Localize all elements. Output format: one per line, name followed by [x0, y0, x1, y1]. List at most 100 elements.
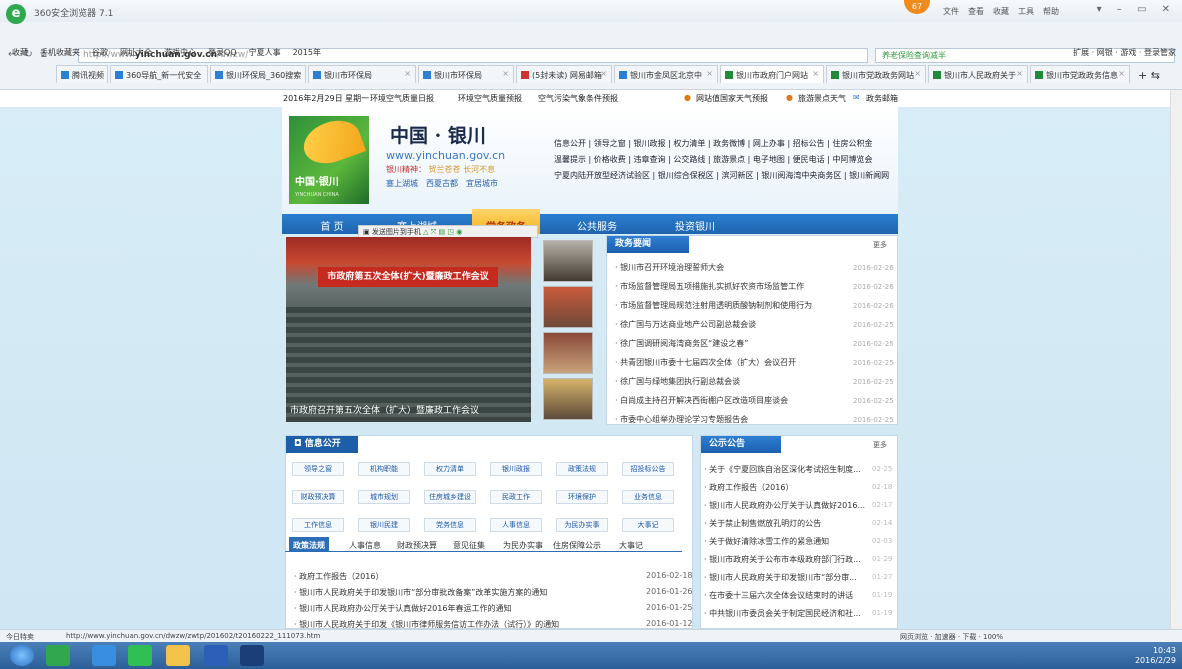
new-tab-button[interactable]: + ⇆: [1134, 65, 1178, 83]
tab-item[interactable]: 银川环保局_360搜索: [210, 65, 306, 83]
bookmark-item[interactable]: 收藏: [12, 44, 28, 62]
menu-file[interactable]: 文件: [943, 7, 959, 16]
tab-close-icon[interactable]: ×: [812, 69, 819, 78]
tab-item-active[interactable]: 银川市政府门户网站 ×: [720, 65, 824, 83]
info-button[interactable]: 党务信息: [424, 518, 476, 532]
bookmark-item[interactable]: 2015年: [293, 44, 321, 62]
tab-close-icon[interactable]: ×: [706, 69, 713, 78]
tab-item[interactable]: 银川市环保局 ×: [308, 65, 416, 83]
subtab[interactable]: 意见征集: [453, 540, 485, 551]
notice-item[interactable]: · 中共银川市委员会关于制定国民经济和社...: [704, 608, 861, 619]
tab-item[interactable]: 腾讯视频: [56, 65, 108, 83]
info-button[interactable]: 银川政报: [490, 462, 542, 476]
nav-public-service[interactable]: 公共服务: [562, 218, 632, 233]
info-button[interactable]: 银川民建: [358, 518, 410, 532]
taskbar-app-icon[interactable]: [46, 645, 70, 666]
tab-item[interactable]: 银川市人民政府关于 ×: [928, 65, 1028, 83]
subtab[interactable]: 财政预决算: [397, 540, 437, 551]
nav-home[interactable]: 首 页: [302, 218, 362, 233]
tab-close-icon[interactable]: ×: [914, 69, 921, 78]
tab-close-icon[interactable]: ×: [404, 69, 411, 78]
notice-item[interactable]: · 银川市人民政府关于印发银川市“部分审...: [704, 572, 857, 583]
notice-item[interactable]: · 在市委十三届六次全体会议结束时的讲话: [704, 590, 853, 601]
topbar-link[interactable]: 环境空气质量日报: [370, 93, 434, 104]
taskbar-app-icon[interactable]: [240, 645, 264, 666]
bookmarks-right-tools[interactable]: 扩展 · 网银 · 游戏 · 登录管家: [1073, 44, 1176, 62]
share-tools-icon[interactable]: △ ⤧ ▤ ◳ ◉: [423, 228, 462, 236]
news-item[interactable]: · 徐广国与万达商业地产公司副总裁会谈: [615, 319, 756, 330]
info-button[interactable]: 权力清单: [424, 462, 476, 476]
notice-item[interactable]: · 关于《宁夏回族自治区深化考试招生制度...: [704, 464, 861, 475]
policy-item[interactable]: · 银川市人民政府关于印发银川市“部分审批改备案”改革实施方案的通知: [294, 587, 547, 598]
policy-item[interactable]: · 银川市人民政府关于印发《银川市律师服务信访工作办法（试行）》的通知: [294, 619, 559, 629]
headline-photo[interactable]: 市政府第五次全体(扩大)暨廉政工作会议 市政府召开第五次全体（扩大）暨廉政工作会…: [286, 237, 531, 422]
topbar-link[interactable]: 政务邮箱: [866, 93, 898, 104]
tab-item[interactable]: 银川市党政政务信息 ×: [1030, 65, 1130, 83]
notice-more-link[interactable]: 更多: [873, 440, 887, 450]
notice-item[interactable]: · 关于做好清除冰雪工作的紧急通知: [704, 536, 829, 547]
news-item[interactable]: · 市委中心组举办理论学习专题报告会: [615, 414, 748, 425]
menu-favorites[interactable]: 收藏: [993, 7, 1009, 16]
photo-thumbnail[interactable]: [543, 240, 593, 282]
header-links-row-1[interactable]: 信息公开 | 领导之窗 | 银川政报 | 权力清单 | 政务微博 | 网上办事 …: [554, 138, 872, 149]
photo-thumbnail[interactable]: [543, 378, 593, 420]
header-links-row-3[interactable]: 宁夏内陆开放型经济试验区 | 银川综合保税区 | 滨河新区 | 银川阅海湾中央商…: [554, 170, 889, 181]
menu-tools[interactable]: 工具: [1018, 7, 1034, 16]
tab-close-icon[interactable]: ×: [1016, 69, 1023, 78]
tab-close-icon[interactable]: ×: [600, 69, 607, 78]
policy-item[interactable]: · 政府工作报告（2016）: [294, 571, 383, 582]
bookmark-item[interactable]: 登录QQ: [208, 44, 237, 62]
info-button[interactable]: 财政预决算: [292, 490, 344, 504]
info-button[interactable]: 业务信息: [622, 490, 674, 504]
tab-item[interactable]: 银川市环保局 ×: [418, 65, 514, 83]
window-controls[interactable]: ▾ – ▭ ✕: [1097, 4, 1176, 15]
taskbar-app-icon[interactable]: [128, 645, 152, 666]
bookmark-item[interactable]: 宁夏人事: [249, 44, 281, 62]
topbar-link[interactable]: 网站值国家天气预报: [696, 93, 768, 104]
tab-item[interactable]: 360导航_新一代安全: [110, 65, 208, 83]
news-item[interactable]: · 徐广国调研阅海湾商务区“建设之春”: [615, 338, 748, 349]
bookmark-item[interactable]: 网址大全: [120, 44, 152, 62]
tab-item[interactable]: (5封未读) 网易邮箱 ×: [516, 65, 612, 83]
info-button[interactable]: 工作信息: [292, 518, 344, 532]
tab-item[interactable]: 银川市金凤区北京中 ×: [614, 65, 718, 83]
info-button[interactable]: 住房城乡建设: [424, 490, 476, 504]
news-item[interactable]: · 共青团银川市委十七届四次全体（扩大）会议召开: [615, 357, 796, 368]
policy-item[interactable]: · 银川市人民政府办公厅关于认真做好2016年春运工作的通知: [294, 603, 511, 614]
site-logo[interactable]: 中国·银川 YINCHUAN CHINA: [289, 113, 369, 204]
news-item[interactable]: · 市场监督管理局五项措施扎实抓好农资市场监管工作: [615, 281, 804, 292]
subtab[interactable]: 人事信息: [349, 540, 381, 551]
news-item[interactable]: · 白尚成主持召开解决西街棚户区改造项目座谈会: [615, 395, 788, 406]
photo-thumbnail[interactable]: [543, 286, 593, 328]
notice-item[interactable]: · 银川市政府关于公布市本级政府部门行政...: [704, 554, 861, 565]
notice-item[interactable]: · 关于禁止制售燃放孔明灯的公告: [704, 518, 821, 529]
notice-item[interactable]: · 银川市人民政府办公厅关于认真做好2016...: [704, 500, 865, 511]
info-button[interactable]: 人事信息: [490, 518, 542, 532]
start-button[interactable]: [10, 645, 34, 666]
info-button[interactable]: 环境保护: [556, 490, 608, 504]
taskbar-app-icon[interactable]: [92, 645, 116, 666]
news-item[interactable]: · 徐广国与绿地集团执行副总裁会谈: [615, 376, 740, 387]
city-link[interactable]: 宜居城市: [466, 179, 498, 188]
photo-thumbnail[interactable]: [543, 332, 593, 374]
topbar-link[interactable]: 环境空气质量预报: [458, 93, 522, 104]
taskbar-app-icon[interactable]: [166, 645, 190, 666]
subtab[interactable]: 为民办实事: [503, 540, 543, 551]
vertical-scrollbar[interactable]: [1170, 90, 1182, 629]
bookmark-item[interactable]: 手机收藏夹: [40, 44, 80, 62]
topbar-link[interactable]: 旅游景点天气: [798, 93, 846, 104]
info-button[interactable]: 城市规划: [358, 490, 410, 504]
tab-item[interactable]: 银川市党政政务网站 ×: [826, 65, 926, 83]
status-deals[interactable]: 今日特卖: [6, 632, 34, 642]
city-link[interactable]: 西夏古都: [426, 179, 458, 188]
news-more-link[interactable]: 更多: [873, 240, 887, 250]
system-tray[interactable]: 10:43 2016/2/29: [1135, 646, 1176, 666]
subtab-active[interactable]: 政策法规: [289, 537, 329, 552]
info-button[interactable]: 大事记: [622, 518, 674, 532]
tab-close-icon[interactable]: ×: [1118, 69, 1125, 78]
info-button[interactable]: 为民办实事: [556, 518, 608, 532]
bookmark-item[interactable]: 游戏中心: [164, 44, 196, 62]
info-button[interactable]: 政策法规: [556, 462, 608, 476]
city-link[interactable]: 塞上湖城: [386, 179, 418, 188]
info-button[interactable]: 民政工作: [490, 490, 542, 504]
